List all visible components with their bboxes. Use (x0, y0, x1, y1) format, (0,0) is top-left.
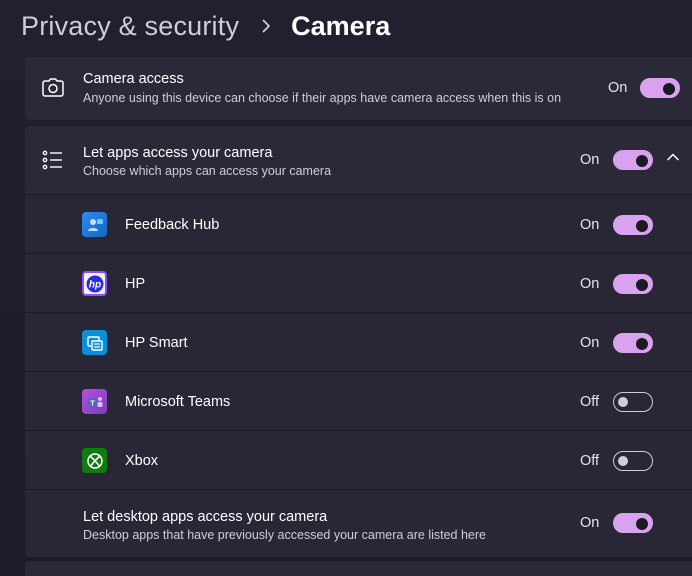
camera-access-card: Camera access Anyone using this device c… (25, 57, 692, 120)
app-state-hp: On (580, 276, 600, 292)
desktop-apps-state: On (580, 515, 600, 531)
toggle-knob (663, 83, 675, 95)
toggle-knob (636, 279, 648, 291)
xbox-toggle[interactable] (613, 451, 653, 471)
hp-icon: hp (82, 271, 107, 296)
desktop-apps-subtitle: Desktop apps that have previously access… (83, 528, 486, 542)
hp-smart-toggle[interactable] (613, 333, 653, 353)
let-apps-title: Let apps access your camera (83, 145, 273, 161)
toggle-knob (636, 155, 648, 167)
desktop-apps-row: Let desktop apps access your camera Desk… (25, 489, 692, 557)
app-row-microsoft-teams: T Microsoft Teams Off (25, 371, 692, 430)
app-row-xbox: Xbox Off (25, 430, 692, 489)
xbox-icon (82, 448, 107, 473)
app-state-microsoft-teams: Off (580, 394, 600, 410)
camera-access-subtitle: Anyone using this device can choose if t… (83, 91, 562, 105)
toggle-knob (636, 518, 648, 530)
breadcrumb-privacy-security[interactable]: Privacy & security (21, 11, 239, 42)
let-apps-state: On (580, 152, 600, 168)
app-state-xbox: Off (580, 453, 600, 469)
app-name-xbox: Xbox (125, 453, 159, 469)
svg-text:hp: hp (88, 279, 100, 290)
feedback-hub-icon (82, 212, 107, 237)
page-title: Camera (291, 10, 391, 41)
hp-toggle[interactable] (613, 274, 653, 294)
feedback-hub-toggle[interactable] (613, 215, 653, 235)
camera-access-state: On (608, 80, 628, 96)
app-state-hp-smart: On (580, 335, 600, 351)
settings-page: Privacy & security Camera Camera access … (0, 0, 692, 576)
app-name-hp: HP (125, 276, 146, 292)
breadcrumb: Privacy & security Camera (21, 6, 390, 46)
app-name-feedback-hub: Feedback Hub (125, 217, 220, 233)
chevron-right-icon (259, 16, 273, 36)
camera-access-toggle[interactable] (640, 78, 680, 98)
app-row-hp-smart: HP Smart On (25, 312, 692, 371)
toggle-knob (618, 397, 628, 407)
desktop-apps-toggle[interactable] (613, 513, 653, 533)
let-apps-access-row[interactable]: Let apps access your camera Choose which… (25, 126, 692, 194)
next-settings-card (25, 561, 692, 576)
list-icon (40, 147, 66, 173)
svg-text:T: T (90, 398, 95, 407)
toggle-knob (618, 456, 628, 466)
microsoft-teams-icon: T (82, 389, 107, 414)
camera-icon (40, 75, 66, 101)
app-row-feedback-hub: Feedback Hub On (25, 194, 692, 253)
desktop-apps-title: Let desktop apps access your camera (83, 509, 328, 525)
camera-access-title: Camera access (83, 71, 184, 87)
let-apps-subtitle: Choose which apps can access your camera (83, 164, 332, 178)
app-name-hp-smart: HP Smart (125, 335, 188, 351)
toggle-knob (636, 338, 648, 350)
let-apps-toggle[interactable] (613, 150, 653, 170)
hp-smart-icon (82, 330, 107, 355)
chevron-up-icon[interactable] (666, 150, 680, 164)
app-row-hp: hp HP On (25, 253, 692, 312)
microsoft-teams-toggle[interactable] (613, 392, 653, 412)
toggle-knob (636, 220, 648, 232)
app-name-microsoft-teams: Microsoft Teams (125, 394, 231, 410)
apps-camera-card: Let apps access your camera Choose which… (25, 126, 692, 557)
app-state-feedback-hub: On (580, 217, 600, 233)
